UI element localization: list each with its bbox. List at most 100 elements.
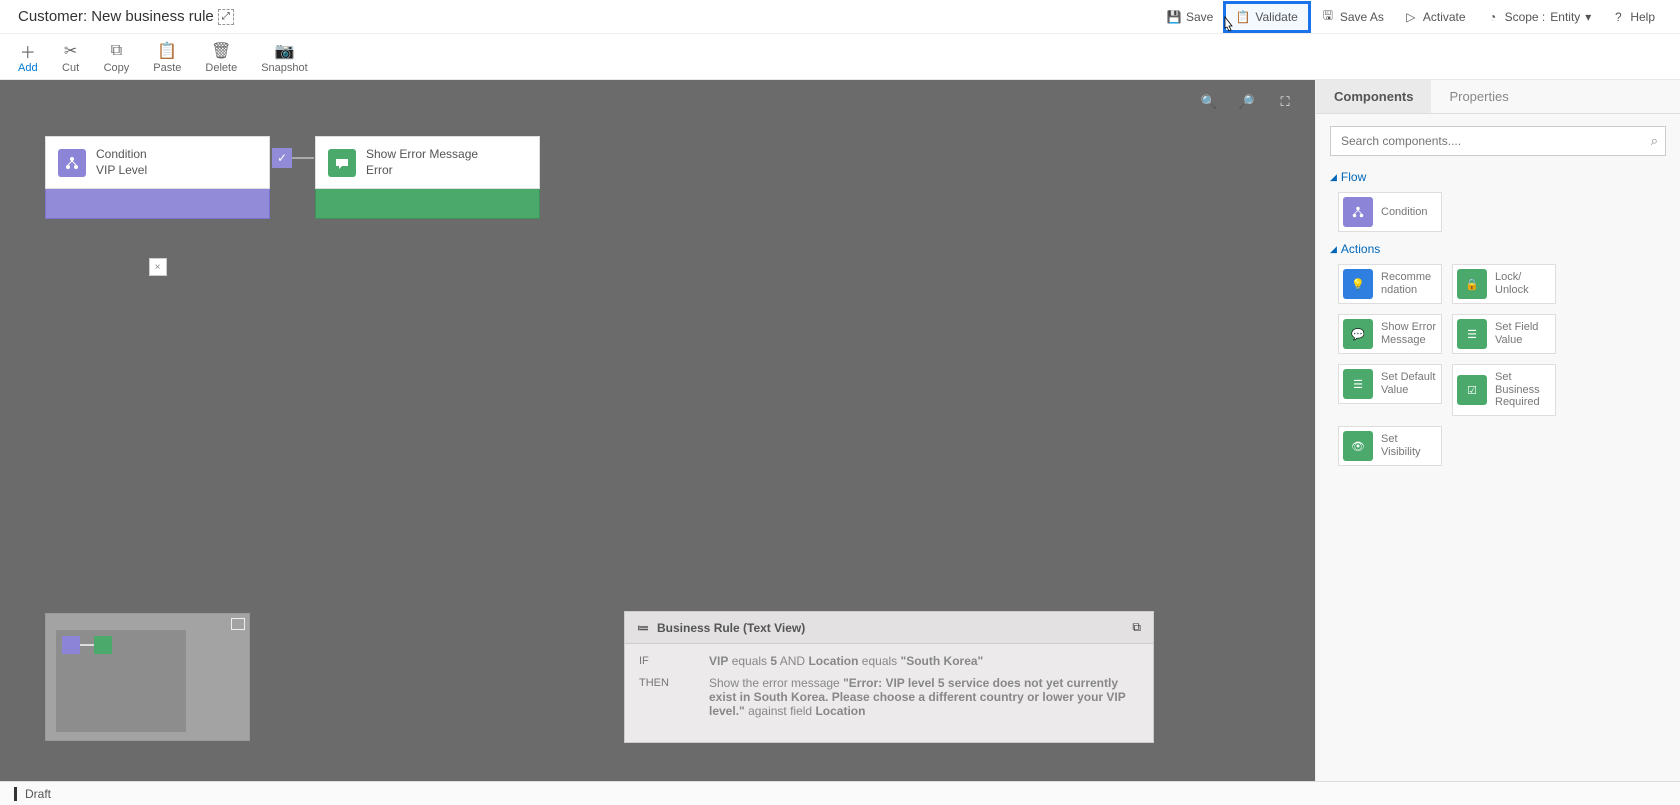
component-label: Recomme ndation: [1381, 271, 1437, 296]
help-icon: ?: [1611, 10, 1625, 24]
chevron-down-icon: ▾: [1585, 10, 1591, 24]
component-label: Condition: [1381, 206, 1427, 219]
status-text: Draft: [25, 787, 51, 801]
text-view-icon: ≔: [637, 621, 649, 635]
check-icon: ✓: [272, 148, 292, 168]
component-show-error[interactable]: 💬 Show Error Message: [1338, 314, 1442, 354]
tab-properties[interactable]: Properties: [1431, 80, 1526, 113]
component-business-required[interactable]: ☑ Set Business Required: [1452, 364, 1556, 416]
error-bar: [315, 189, 540, 219]
eye-icon: 👁: [1343, 431, 1373, 461]
scope-label: Scope :: [1505, 10, 1546, 24]
plus-icon: ＋: [19, 42, 37, 60]
component-set-visibility[interactable]: 👁 Set Visibility: [1338, 426, 1442, 466]
validate-button[interactable]: 📋 Validate: [1223, 1, 1310, 33]
error-title: Show Error Message: [366, 147, 478, 163]
activate-icon: ▷: [1404, 10, 1418, 24]
condition-subtitle: VIP Level: [96, 163, 147, 179]
error-node[interactable]: Show Error Message Error: [315, 136, 540, 219]
snapshot-label: Snapshot: [261, 62, 307, 74]
add-button[interactable]: ＋ Add: [18, 42, 38, 74]
lock-icon: 🔒: [1457, 269, 1487, 299]
default-icon: ☰: [1343, 369, 1373, 399]
component-lock-unlock[interactable]: 🔒 Lock/ Unlock: [1452, 264, 1556, 304]
save-as-label: Save As: [1340, 10, 1384, 24]
canvas[interactable]: 🔍 🔎 ⛶ Condition VIP Level × ✓: [0, 80, 1315, 781]
status-indicator: [14, 787, 17, 801]
activate-button[interactable]: ▷ Activate: [1394, 4, 1476, 30]
component-label: Set Field Value: [1495, 321, 1551, 346]
page-title: Customer: New business rule ⤢: [18, 8, 234, 25]
condition-bar: [45, 189, 270, 219]
minimap-node: [62, 636, 80, 654]
cut-icon: ✂: [62, 42, 80, 60]
search-icon[interactable]: ⌕: [1651, 133, 1658, 149]
collapse-icon: ◢: [1330, 244, 1337, 255]
maximize-icon[interactable]: ⧉: [1132, 620, 1141, 635]
add-label: Add: [18, 62, 38, 74]
error-message-icon: [328, 149, 356, 177]
condition-node[interactable]: Condition VIP Level ×: [45, 136, 270, 219]
copy-button[interactable]: ⧉ Copy: [104, 42, 130, 74]
scope-dropdown[interactable]: ◔ Scope : Entity ▾: [1476, 4, 1602, 30]
save-button[interactable]: 💾 Save: [1157, 4, 1223, 30]
title-prefix: Customer:: [18, 8, 87, 25]
delete-label: Delete: [205, 62, 237, 74]
save-icon: 💾: [1167, 10, 1181, 24]
paste-icon: 📋: [158, 42, 176, 60]
if-condition: VIP equals 5 AND Location equals "South …: [709, 654, 1139, 668]
copy-label: Copy: [104, 62, 130, 74]
section-actions-label: Actions: [1341, 242, 1380, 256]
paste-label: Paste: [153, 62, 181, 74]
minimap-link: [80, 644, 94, 646]
component-recommendation[interactable]: 💡 Recomme ndation: [1338, 264, 1442, 304]
zoom-out-icon[interactable]: 🔎: [1237, 92, 1257, 112]
minimap-expand-icon[interactable]: [231, 618, 245, 630]
component-condition[interactable]: Condition: [1338, 192, 1442, 232]
trash-icon: 🗑: [212, 42, 230, 60]
message-icon: 💬: [1343, 319, 1373, 349]
then-action: Show the error message "Error: VIP level…: [709, 676, 1139, 718]
component-set-field-value[interactable]: ☰ Set Field Value: [1452, 314, 1556, 354]
component-label: Show Error Message: [1381, 321, 1437, 346]
validate-icon: 📋: [1236, 10, 1250, 24]
fit-screen-icon[interactable]: ⛶: [1275, 92, 1295, 112]
tab-components[interactable]: Components: [1316, 80, 1431, 113]
scope-icon: ◔: [1486, 10, 1500, 24]
minimap-node: [94, 636, 112, 654]
minimap[interactable]: [45, 613, 250, 741]
validate-label: Validate: [1255, 10, 1297, 24]
snapshot-button[interactable]: 📷 Snapshot: [261, 42, 307, 74]
if-label: IF: [639, 654, 679, 667]
zoom-in-icon[interactable]: 🔍: [1199, 92, 1219, 112]
delete-button[interactable]: 🗑 Delete: [205, 42, 237, 74]
component-label: Set Visibility: [1381, 433, 1437, 458]
search-input[interactable]: [1330, 126, 1666, 156]
help-button[interactable]: ? Help: [1601, 4, 1665, 30]
condition-title: Condition: [96, 147, 147, 163]
connector-line: [292, 157, 314, 159]
component-set-default[interactable]: ☰ Set Default Value: [1338, 364, 1442, 404]
save-label: Save: [1186, 10, 1213, 24]
minimap-viewport: [56, 630, 186, 732]
cut-button[interactable]: ✂ Cut: [62, 42, 80, 74]
status-bar: Draft: [0, 781, 1680, 805]
node-false-add-icon[interactable]: ×: [149, 258, 167, 276]
lightbulb-icon: 💡: [1343, 269, 1373, 299]
error-subtitle: Error: [366, 163, 478, 179]
activate-label: Activate: [1423, 10, 1466, 24]
cut-label: Cut: [62, 62, 79, 74]
required-icon: ☑: [1457, 375, 1487, 405]
component-label: Set Business Required: [1495, 371, 1551, 409]
section-flow[interactable]: ◢Flow: [1330, 170, 1666, 184]
field-icon: ☰: [1457, 319, 1487, 349]
condition-icon: [58, 149, 86, 177]
save-as-button[interactable]: 🖫 Save As: [1311, 4, 1394, 30]
scope-value: Entity: [1550, 10, 1580, 24]
component-label: Set Default Value: [1381, 371, 1437, 396]
paste-button[interactable]: 📋 Paste: [153, 42, 181, 74]
section-actions[interactable]: ◢ Actions: [1330, 242, 1666, 256]
save-as-icon: 🖫: [1321, 10, 1335, 24]
expand-icon[interactable]: ⤢: [218, 9, 234, 25]
copy-icon: ⧉: [107, 42, 125, 60]
